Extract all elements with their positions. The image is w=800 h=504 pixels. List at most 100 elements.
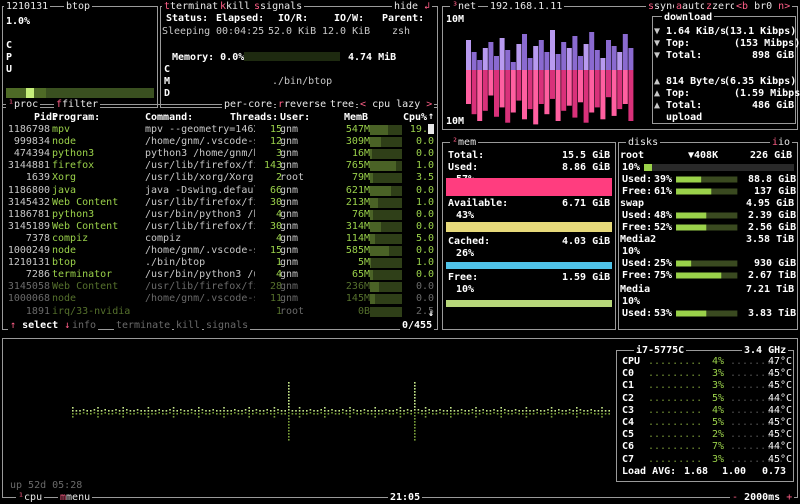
detail-signals-button[interactable]: ssignals (252, 1, 305, 12)
cpu-graph-dot (550, 410, 553, 412)
detail-col-elapsed: Elapsed: (216, 13, 265, 24)
table-row[interactable]: 474394 python3 python3 /home/gnm/b 3 gnm 16M 0… (4, 148, 444, 160)
detail-kill-button[interactable]: kkill (218, 1, 253, 12)
cell-pid: 1639 (25, 172, 50, 184)
col-cpu[interactable]: Cpu% (403, 112, 427, 123)
footer-terminate[interactable]: terminate (114, 320, 173, 331)
table-row[interactable]: 1210131 btop ./bin/btop 1 gnm 5M 1.0 (4, 257, 444, 269)
cpu-core-name: CPU (622, 356, 641, 367)
mini-cpu-menu[interactable]: btop (64, 1, 93, 12)
cpu-graph-dot (165, 410, 168, 412)
cpu-graph-dot (288, 400, 290, 402)
col-threads[interactable]: Threads: (230, 112, 278, 123)
detail-terminate-button[interactable]: tterminate (162, 1, 227, 12)
table-row[interactable]: 1891 irq/33-nvidia 1 root 0B 2.5 (4, 306, 444, 318)
table-row[interactable]: 3145058 Web Content/usr/lib/firefox/fi 28 g… (4, 281, 444, 293)
net-ul-top-arrow: ▲ (654, 88, 661, 99)
table-row[interactable]: 1186800 java java -Dswing.defaul 66 gnm 621M 0… (4, 185, 444, 197)
cpu-graph-dot (324, 413, 326, 415)
footer-info[interactable]: info (70, 320, 99, 331)
net-title[interactable]: ³net (450, 1, 479, 12)
cpu-graph-dot (183, 410, 186, 412)
proc-scrollbar[interactable] (428, 124, 434, 314)
cpu-graph-dot (72, 413, 74, 415)
proc-per-core-toggle[interactable]: per-core (222, 99, 275, 110)
cell-pid: 1186781 (7, 208, 50, 220)
table-row[interactable]: 1186798 mpv mpv --geometry=1462 15 gnm 547M 19… (4, 124, 444, 136)
cpu-graph-dot (226, 413, 229, 415)
cpu-graph-dot (288, 385, 290, 387)
scroll-up-arrow[interactable]: ↑ (428, 111, 434, 122)
cpu-graph-dot (486, 413, 488, 415)
table-row[interactable]: 1000249 node/home/gnm/.vscode-s 15 gnm 585M 0… (4, 245, 444, 257)
proc-filter[interactable]: ffilter (54, 99, 101, 110)
scroll-down-arrow[interactable]: ↓ (428, 308, 434, 319)
cpu-graph-dot (414, 403, 416, 405)
mem-cached-pct: 26% (456, 248, 475, 259)
cpu-core-pct: 7% (712, 441, 725, 453)
cell-program: node (52, 136, 77, 148)
cpu-graph-dot (475, 407, 477, 409)
cpu-graph-dot (270, 410, 272, 412)
cpu-core-row: C0......... 3%......... 45°C (620, 368, 792, 379)
net-zero-toggle[interactable]: zzero (704, 1, 739, 12)
detail-elapsed: 00:04:25 (216, 26, 265, 37)
col-user[interactable]: User: (280, 112, 310, 123)
footer-signals[interactable]: signals (204, 320, 251, 331)
table-row[interactable]: 7378 compiz compiz 4 gnm 114M 5.0 (4, 233, 444, 245)
cpu-graph-dot (147, 416, 150, 418)
net-auto-toggle[interactable]: aauto (674, 1, 709, 12)
cpu-tab[interactable]: ¹cpu (16, 492, 45, 503)
table-row[interactable]: 7286 terminator/usr/bin/python3 /u 4 gnm 65M… (4, 269, 444, 281)
cpu-core-temp: 45°C (768, 380, 793, 392)
proc-reverse-toggle[interactable]: rreverse (276, 99, 329, 110)
disk-media-used: 3.83 TiB (748, 308, 797, 319)
cpu-core-row: C2......... 5%......... 44°C (620, 393, 792, 404)
col-mem[interactable]: MemB (344, 112, 368, 123)
detail-hide-button[interactable]: hide ↲ (392, 1, 433, 12)
disks-io-toggle[interactable]: iio (770, 137, 793, 148)
cpu-graph-dot (93, 409, 96, 411)
cell-pid: 7378 (25, 232, 50, 244)
cpu-graph-dot (345, 413, 348, 415)
proc-sort-selector[interactable]: < cpu lazy > (358, 99, 435, 110)
cpu-graph-dot (403, 413, 405, 415)
cpu-graph-dot (424, 413, 427, 415)
cell-pid: 3145432 (7, 196, 50, 208)
proc-tree-toggle[interactable]: tree (328, 99, 357, 110)
cpu-graph-dot (108, 413, 110, 415)
col-program[interactable]: Program: (52, 112, 100, 123)
disk-root-name: root (620, 150, 645, 161)
net-iface-selector[interactable]: <b br0 n> (734, 1, 793, 12)
proc-tab[interactable]: ¹proc (6, 99, 41, 110)
table-row[interactable]: 3145432 Web Content/usr/lib/firefox/fi 30 g… (4, 197, 444, 209)
table-row[interactable]: 3144881 firefox/usr/lib/firefox/fi 143 gnm 7… (4, 160, 444, 172)
cpu-graph-dot (241, 410, 243, 412)
cpu-graph-dot (136, 412, 139, 414)
cpu-interval[interactable]: - 2000ms + (730, 492, 795, 503)
cpu-graph-dot (288, 409, 290, 411)
cpu-graph-dot (255, 412, 258, 414)
cpu-graph-dot (435, 410, 438, 412)
cpu-graph-dot (248, 407, 250, 409)
disk-media-size: 7.21 TiB (746, 284, 795, 295)
footer-select[interactable]: ↑ select ↓ (8, 320, 73, 331)
table-row[interactable]: 1000068 node/home/gnm/.vscode-s 11 gnm 145M 0… (4, 293, 444, 305)
cpu-graph-dot (306, 413, 308, 415)
disk-swap-free-pct: 52% (654, 222, 673, 233)
cpu-graph-dot (496, 413, 499, 415)
table-row[interactable]: 1639 Xorg/usr/lib/xorg/Xorg 2 root 79M 3.5 (4, 172, 444, 184)
cpu-graph-dot (511, 410, 513, 412)
cpu-menu-button[interactable]: mmenu (58, 492, 93, 503)
table-row[interactable]: 3145189 Web Content/usr/lib/firefox/fi 30 g… (4, 221, 444, 233)
table-row[interactable]: 999834 node/home/gnm/.vscode-s 12 gnm 309M 0.… (4, 136, 444, 148)
net-download-bar (482, 70, 488, 111)
mem-title[interactable]: ²mem (450, 137, 479, 148)
cell-user: gnm (280, 136, 299, 148)
table-row[interactable]: 1186781 python3/usr/bin/python3 /h 4 gnm 76M… (4, 209, 444, 221)
cell-mem: 314M (345, 220, 370, 232)
cpu-graph-dot (277, 412, 279, 414)
footer-kill[interactable]: kill (174, 320, 203, 331)
col-command[interactable]: Command: (145, 112, 193, 123)
cpu-graph-dot (378, 413, 380, 415)
